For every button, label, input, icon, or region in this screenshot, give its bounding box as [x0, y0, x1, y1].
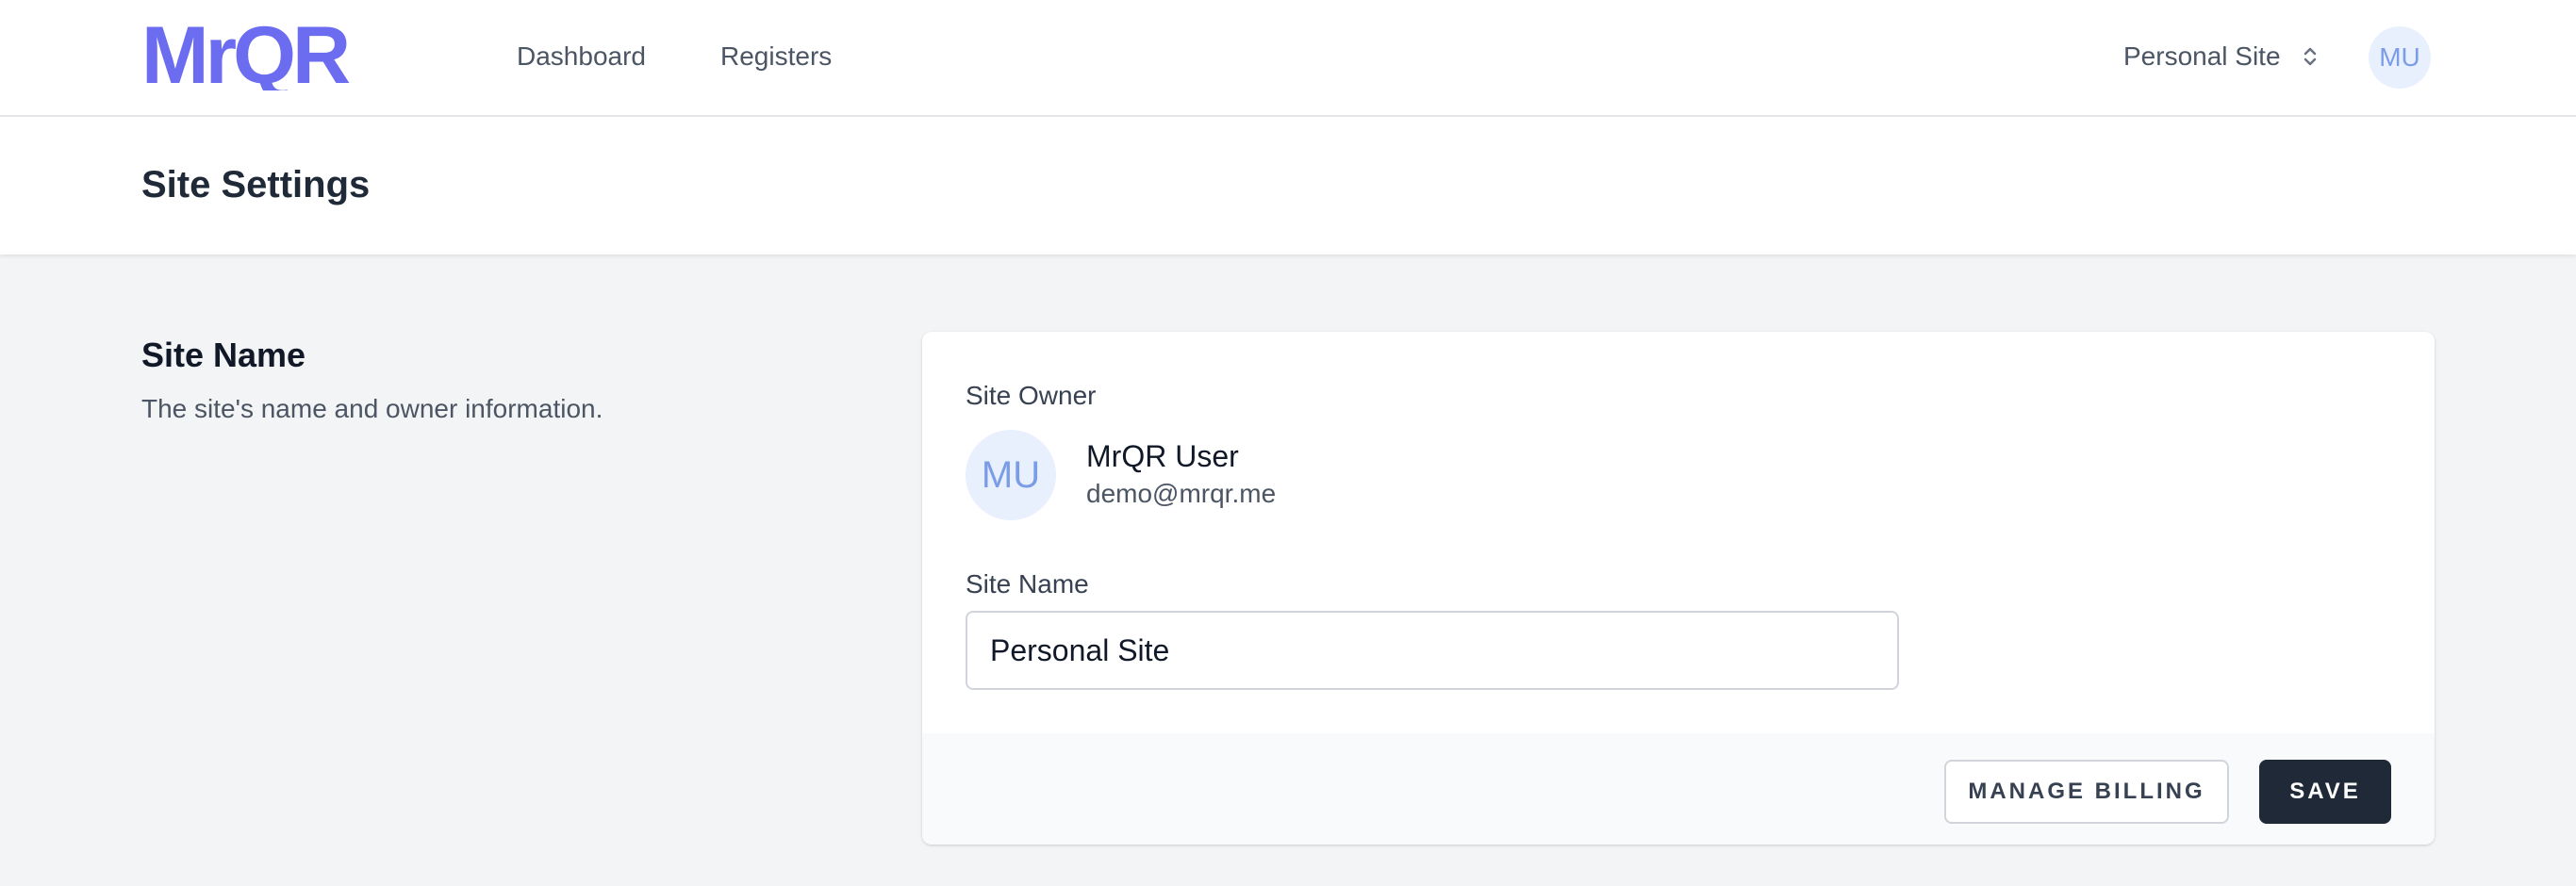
- site-owner-label: Site Owner: [966, 381, 1097, 410]
- manage-billing-button[interactable]: MANAGE BILLING: [1944, 760, 2229, 824]
- card-footer: MANAGE BILLING SAVE: [922, 733, 2435, 845]
- site-switcher[interactable]: Personal Site: [2123, 40, 2320, 74]
- svg-text:MrQR: MrQR: [141, 21, 350, 90]
- nav-link-registers[interactable]: Registers: [720, 41, 832, 72]
- user-avatar[interactable]: MU: [2369, 26, 2431, 89]
- nav-link-dashboard[interactable]: Dashboard: [517, 41, 646, 72]
- section-title: Site Name: [141, 336, 306, 374]
- site-name-label: Site Name: [966, 569, 1089, 599]
- top-navbar: MrQR Dashboard Registers Personal Site M…: [0, 0, 2576, 117]
- chevron-up-down-icon: [2304, 47, 2316, 66]
- mrqr-logo[interactable]: MrQR: [141, 21, 436, 90]
- section-description: The site's name and owner information.: [141, 394, 603, 423]
- site-settings-card: Site Owner MU MrQR User demo@mrqr.me Sit…: [922, 332, 2435, 845]
- page-header: Site Settings: [0, 117, 2576, 254]
- save-button[interactable]: SAVE: [2259, 760, 2391, 824]
- owner-name: MrQR User: [1086, 439, 1239, 473]
- site-name-input[interactable]: [966, 611, 1899, 690]
- page-title: Site Settings: [141, 164, 371, 205]
- site-switcher-label: Personal Site: [2123, 41, 2281, 71]
- owner-avatar: MU: [966, 430, 1056, 520]
- owner-email: demo@mrqr.me: [1086, 479, 1277, 508]
